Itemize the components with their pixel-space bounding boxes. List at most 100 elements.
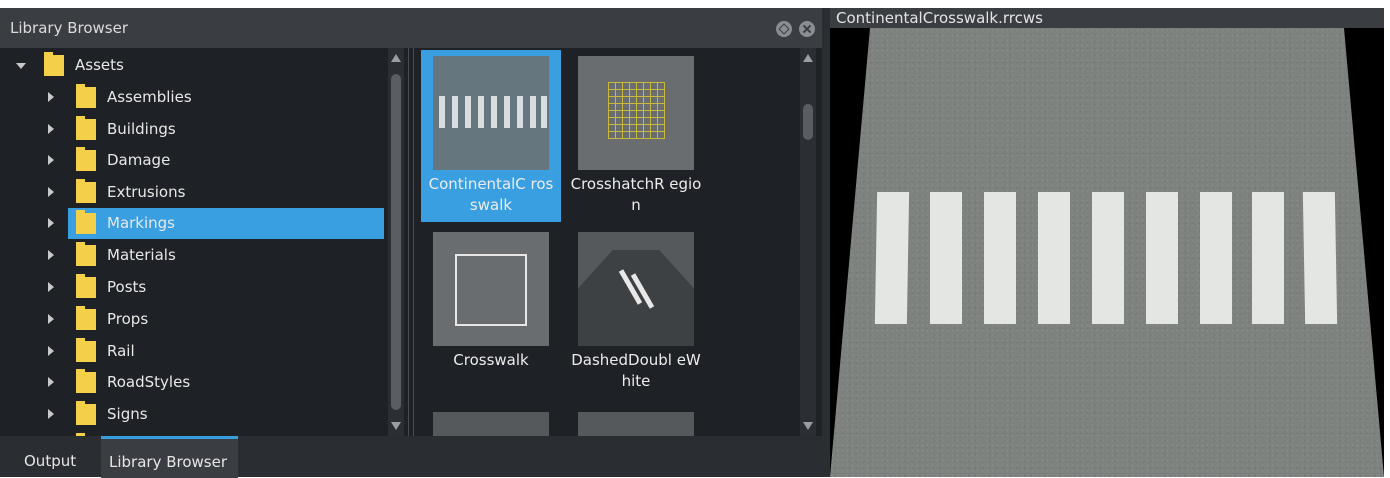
- folder-icon: [76, 242, 96, 266]
- folder-tree: Assets Assemblies Buildings Damage Extru…: [6, 48, 384, 436]
- float-panel-icon[interactable]: [776, 21, 792, 37]
- collapse-arrow-icon[interactable]: [48, 409, 54, 419]
- crosswalk-stripe: [439, 96, 445, 128]
- crosswalk-stripe: [465, 96, 471, 128]
- folder-icon: [44, 52, 64, 76]
- asset-label: Crosswalk: [453, 351, 529, 369]
- crosswalk-stripe: [930, 192, 962, 324]
- tree-item-label: Rail: [107, 342, 135, 360]
- asset-label: DashedDoubl eWhite: [571, 351, 701, 390]
- tree-item-assets[interactable]: Assets: [6, 50, 384, 81]
- collapse-arrow-icon[interactable]: [48, 314, 54, 324]
- crosswalk-stripe: [530, 96, 536, 128]
- preview-titlebar: ContinentalCrosswalk.rrcws: [830, 8, 1384, 28]
- tree-item-label: RoadStyles: [107, 373, 191, 391]
- asset-tile-dashed-double-white[interactable]: DashedDoubl eWhite: [566, 226, 706, 398]
- asset-grid: ContinentalC rosswalk CrosshatchR egion …: [418, 48, 796, 436]
- tree-item-label: Buildings: [107, 120, 176, 138]
- asset-thumbnail: [578, 56, 694, 170]
- crosswalk-stripe: [452, 96, 458, 128]
- folder-icon: [76, 147, 96, 171]
- crosswalk-stripe: [1038, 192, 1070, 324]
- panel-tab-bar: Output Library Browser: [0, 436, 822, 478]
- folder-icon: [76, 401, 96, 425]
- crosswalk-stripe: [1092, 192, 1124, 324]
- tree-item-roadstyles[interactable]: RoadStyles: [6, 367, 384, 398]
- tree-item-label: Materials: [107, 246, 176, 264]
- scrollbar-thumb[interactable]: [803, 104, 813, 140]
- panel-title: Library Browser: [10, 19, 129, 37]
- crosswalk-stripe: [1146, 192, 1178, 324]
- tab-library-browser[interactable]: Library Browser: [101, 436, 238, 478]
- asset-grid-scrollbar[interactable]: [800, 48, 816, 436]
- tree-item-rail[interactable]: Rail: [6, 336, 384, 367]
- scroll-down-arrow-icon[interactable]: [803, 422, 813, 430]
- collapse-arrow-icon[interactable]: [48, 346, 54, 356]
- crosswalk-stripe: [1252, 192, 1284, 324]
- tree-item-signs[interactable]: Signs: [6, 399, 384, 430]
- asset-tile-continental-crosswalk[interactable]: ContinentalC rosswalk: [421, 50, 561, 222]
- collapse-arrow-icon[interactable]: [48, 377, 54, 387]
- crosswalk-stripe: [517, 96, 523, 128]
- tree-item-extrusions[interactable]: Extrusions: [6, 177, 384, 208]
- panel-divider[interactable]: [822, 8, 830, 477]
- tree-item-damage[interactable]: Damage: [6, 145, 384, 176]
- 3d-viewport[interactable]: [830, 28, 1384, 477]
- tree-item-assemblies[interactable]: Assemblies: [6, 82, 384, 113]
- asset-thumbnail-partial[interactable]: [578, 412, 694, 436]
- folder-icon: [76, 84, 96, 108]
- folder-icon: [76, 369, 96, 393]
- tree-item-label: Props: [107, 310, 149, 328]
- tree-item-label: Assets: [75, 56, 124, 74]
- tree-item-label: Damage: [107, 151, 171, 169]
- expand-arrow-icon[interactable]: [16, 63, 26, 69]
- crosswalk-stripe: [1302, 192, 1338, 324]
- tree-item-label: Assemblies: [107, 88, 192, 106]
- tree-scrollbar[interactable]: [388, 48, 404, 436]
- crosswalk-stripe: [478, 96, 484, 128]
- scroll-up-arrow-icon[interactable]: [803, 54, 813, 62]
- tab-output[interactable]: Output: [8, 438, 96, 477]
- collapse-arrow-icon[interactable]: [48, 92, 54, 102]
- crosswalk-stripe: [491, 96, 497, 128]
- pane-splitter[interactable]: [408, 48, 414, 436]
- tree-item-label: Markings: [107, 214, 175, 232]
- tree-item-label: Signs: [107, 405, 148, 423]
- crosswalk-outline: [455, 254, 527, 326]
- asset-preview-panel: ContinentalCrosswalk.rrcws: [830, 8, 1384, 477]
- collapse-arrow-icon[interactable]: [48, 218, 54, 228]
- collapse-arrow-icon[interactable]: [48, 282, 54, 292]
- close-panel-icon[interactable]: [799, 21, 815, 37]
- crosswalk-stripe: [874, 192, 910, 324]
- tree-item-props[interactable]: Props: [6, 304, 384, 335]
- tree-item-posts[interactable]: Posts: [6, 272, 384, 303]
- folder-icon: [76, 274, 96, 298]
- tree-item-markings[interactable]: Markings: [6, 208, 384, 239]
- scroll-up-arrow-icon[interactable]: [391, 54, 401, 62]
- asset-thumbnail: [433, 232, 549, 346]
- app-window: Library Browser Assets Assemblies Buildi…: [0, 0, 1390, 478]
- crosshatch-grid: [608, 82, 665, 139]
- tab-label: Library Browser: [109, 453, 228, 471]
- asset-label: CrosshatchR egion: [570, 175, 702, 214]
- collapse-arrow-icon[interactable]: [48, 250, 54, 260]
- collapse-arrow-icon[interactable]: [48, 155, 54, 165]
- asset-tile-crosshatch-region[interactable]: CrosshatchR egion: [566, 50, 706, 222]
- folder-icon: [76, 338, 96, 362]
- collapse-arrow-icon[interactable]: [48, 187, 54, 197]
- collapse-arrow-icon[interactable]: [48, 124, 54, 134]
- crosswalk-stripe: [984, 192, 1016, 324]
- scrollbar-thumb[interactable]: [391, 74, 401, 410]
- scroll-down-arrow-icon[interactable]: [391, 422, 401, 430]
- folder-icon: [76, 210, 96, 234]
- asset-thumbnail: [433, 56, 549, 170]
- crosswalk-stripe: [541, 96, 547, 128]
- library-browser-titlebar: Library Browser: [0, 8, 822, 48]
- asset-tile-crosswalk[interactable]: Crosswalk: [421, 226, 561, 398]
- tree-item-buildings[interactable]: Buildings: [6, 114, 384, 145]
- asset-thumbnail: [578, 232, 694, 346]
- asset-label: ContinentalC rosswalk: [428, 175, 554, 214]
- asset-thumbnail-partial[interactable]: [433, 412, 549, 436]
- tree-item-materials[interactable]: Materials: [6, 240, 384, 271]
- tree-item-label: Extrusions: [107, 183, 186, 201]
